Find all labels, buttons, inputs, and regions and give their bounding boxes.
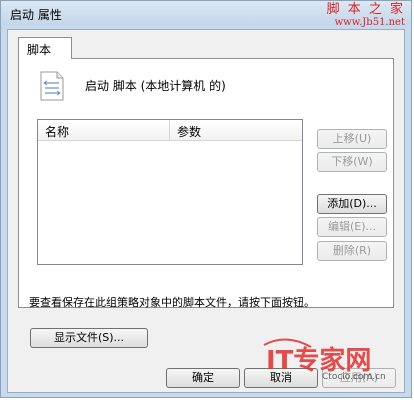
column-header-params[interactable]: 参数 [177,123,201,140]
tab-panel-scripts: 启动 脚本 (本地计算机 的) 名称 参数 上移(U) 下移(W) 添加(D).… [18,58,394,308]
watermark: 脚 本 之 家 www.Jb51.net [327,3,405,29]
move-down-button[interactable]: 下移(W) [317,152,387,172]
show-files-button[interactable]: 显示文件(S)... [30,328,148,348]
add-button[interactable]: 添加(D)... [317,194,387,214]
tab-scripts[interactable]: 脚本 [18,37,72,59]
edit-button[interactable]: 编辑(E)... [317,217,387,237]
column-separator[interactable] [169,120,170,140]
column-header-name[interactable]: 名称 [45,123,69,140]
title-bar[interactable]: 启动 属性 脚 本 之 家 www.Jb51.net [1,1,411,28]
tab-scripts-label: 脚本 [27,43,52,57]
list-header: 名称 参数 [38,120,302,141]
it-expert-logo: IT专家网 Ctocio.com.cn [263,338,386,382]
window-title: 启动 属性 [10,8,62,22]
panel-heading: 启动 脚本 (本地计算机 的) [85,79,226,93]
watermark-line2: www.Jb51.net [334,17,405,28]
move-up-button[interactable]: 上移(U) [317,129,387,149]
watermark-line1: 脚 本 之 家 [326,2,405,17]
info-text: 要查看保存在此组策略对象中的脚本文件，请按下面按钮。 [29,296,315,309]
scripts-list[interactable]: 名称 参数 [37,119,303,265]
ok-button[interactable]: 确定 [166,368,240,388]
script-file-icon [40,71,64,101]
remove-button[interactable]: 删除(R) [317,241,387,261]
logo-url: Ctocio.com.cn [322,372,386,382]
